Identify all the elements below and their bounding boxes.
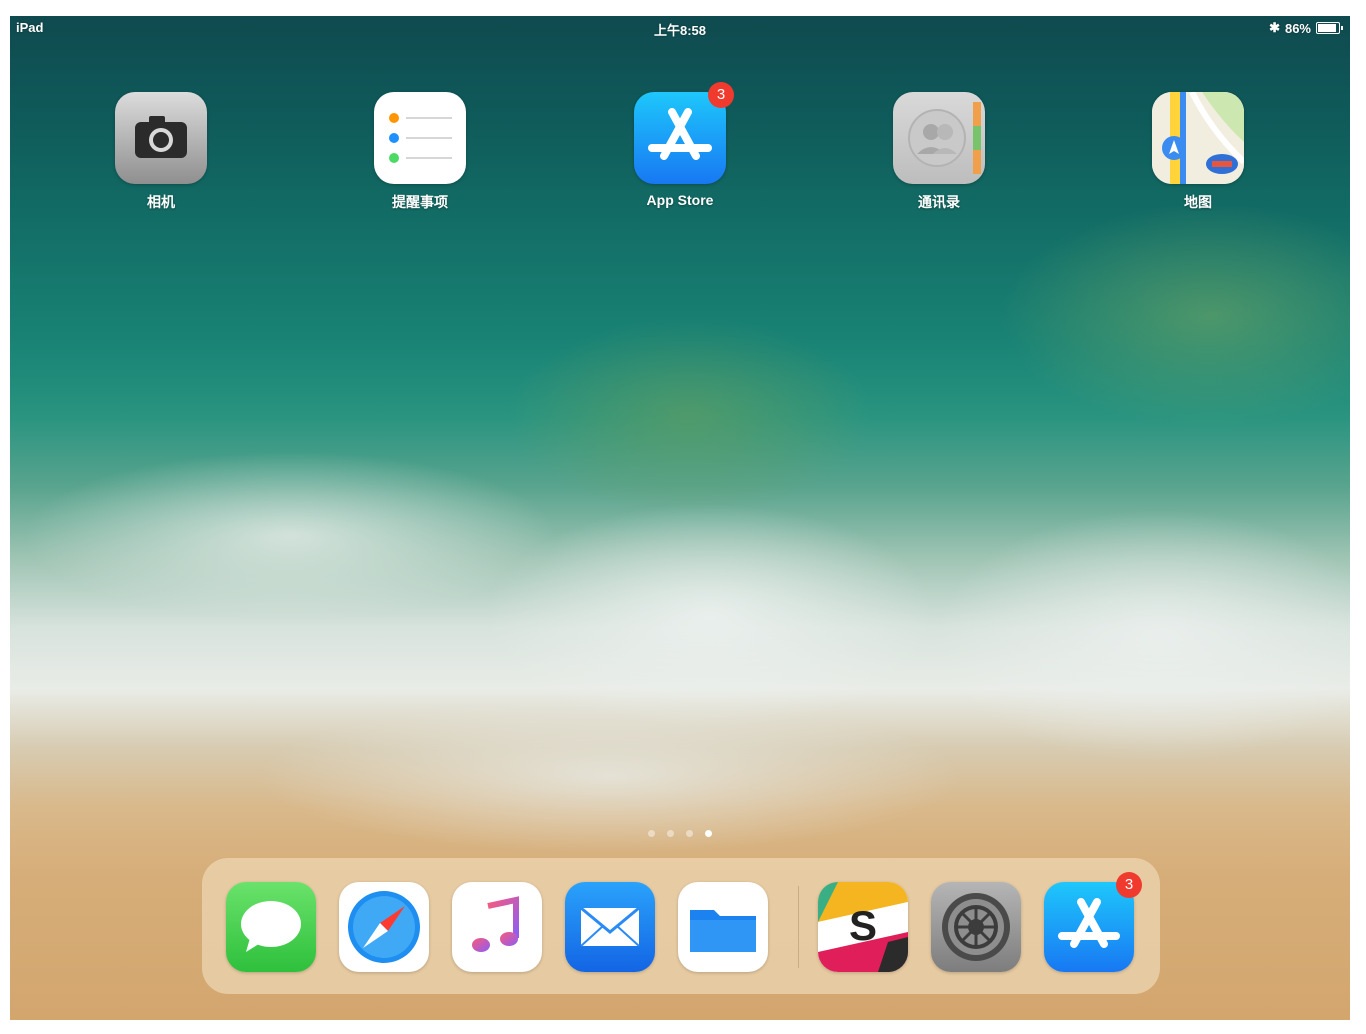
- app-label: App Store: [646, 192, 714, 208]
- page-dot-active: [705, 830, 712, 837]
- mail-icon[interactable]: [565, 882, 655, 972]
- app-label: 地图: [1184, 194, 1212, 210]
- contacts-icon: [893, 92, 985, 184]
- app-maps[interactable]: 地图: [1128, 92, 1268, 212]
- app-label: 相机: [147, 194, 175, 210]
- battery-icon: [1316, 22, 1343, 34]
- notification-badge: 3: [708, 82, 734, 108]
- maps-icon: [1152, 92, 1244, 184]
- app-store-icon[interactable]: 3: [1044, 872, 1142, 972]
- camera-icon: [115, 92, 207, 184]
- files-icon[interactable]: [678, 882, 768, 972]
- settings-icon[interactable]: [931, 882, 1021, 972]
- app-camera[interactable]: 相机: [91, 92, 231, 212]
- app-store-icon: 3: [634, 82, 734, 184]
- app-label: 通讯录: [918, 194, 960, 210]
- page-dot: [667, 830, 674, 837]
- music-icon[interactable]: [452, 882, 542, 972]
- svg-text:S: S: [849, 902, 877, 949]
- safari-icon[interactable]: [339, 882, 429, 972]
- status-right-group: ✱ 86%: [1269, 20, 1343, 36]
- app-contacts[interactable]: 通讯录: [869, 92, 1009, 212]
- bluetooth-icon: ✱: [1269, 20, 1280, 35]
- app-label: 提醒事项: [392, 194, 448, 210]
- page-dot: [686, 830, 693, 837]
- slack-icon[interactable]: S: [818, 882, 908, 972]
- page-dot: [648, 830, 655, 837]
- dock-separator: [798, 886, 799, 968]
- battery-percent: 86%: [1284, 20, 1311, 36]
- notification-badge: 3: [1116, 872, 1142, 898]
- page-indicator[interactable]: [10, 824, 1350, 842]
- ipad-home-screen: iPad 上午8:58 ✱ 86% 相机 提醒事项 3 App Store 通讯…: [10, 16, 1350, 1020]
- status-time: 上午8:58: [653, 23, 707, 38]
- reminders-icon: [374, 92, 466, 184]
- dock: S 3: [202, 858, 1160, 994]
- messages-icon[interactable]: [226, 882, 316, 972]
- app-app-store[interactable]: 3 App Store: [610, 82, 750, 208]
- app-reminders[interactable]: 提醒事项: [350, 92, 490, 212]
